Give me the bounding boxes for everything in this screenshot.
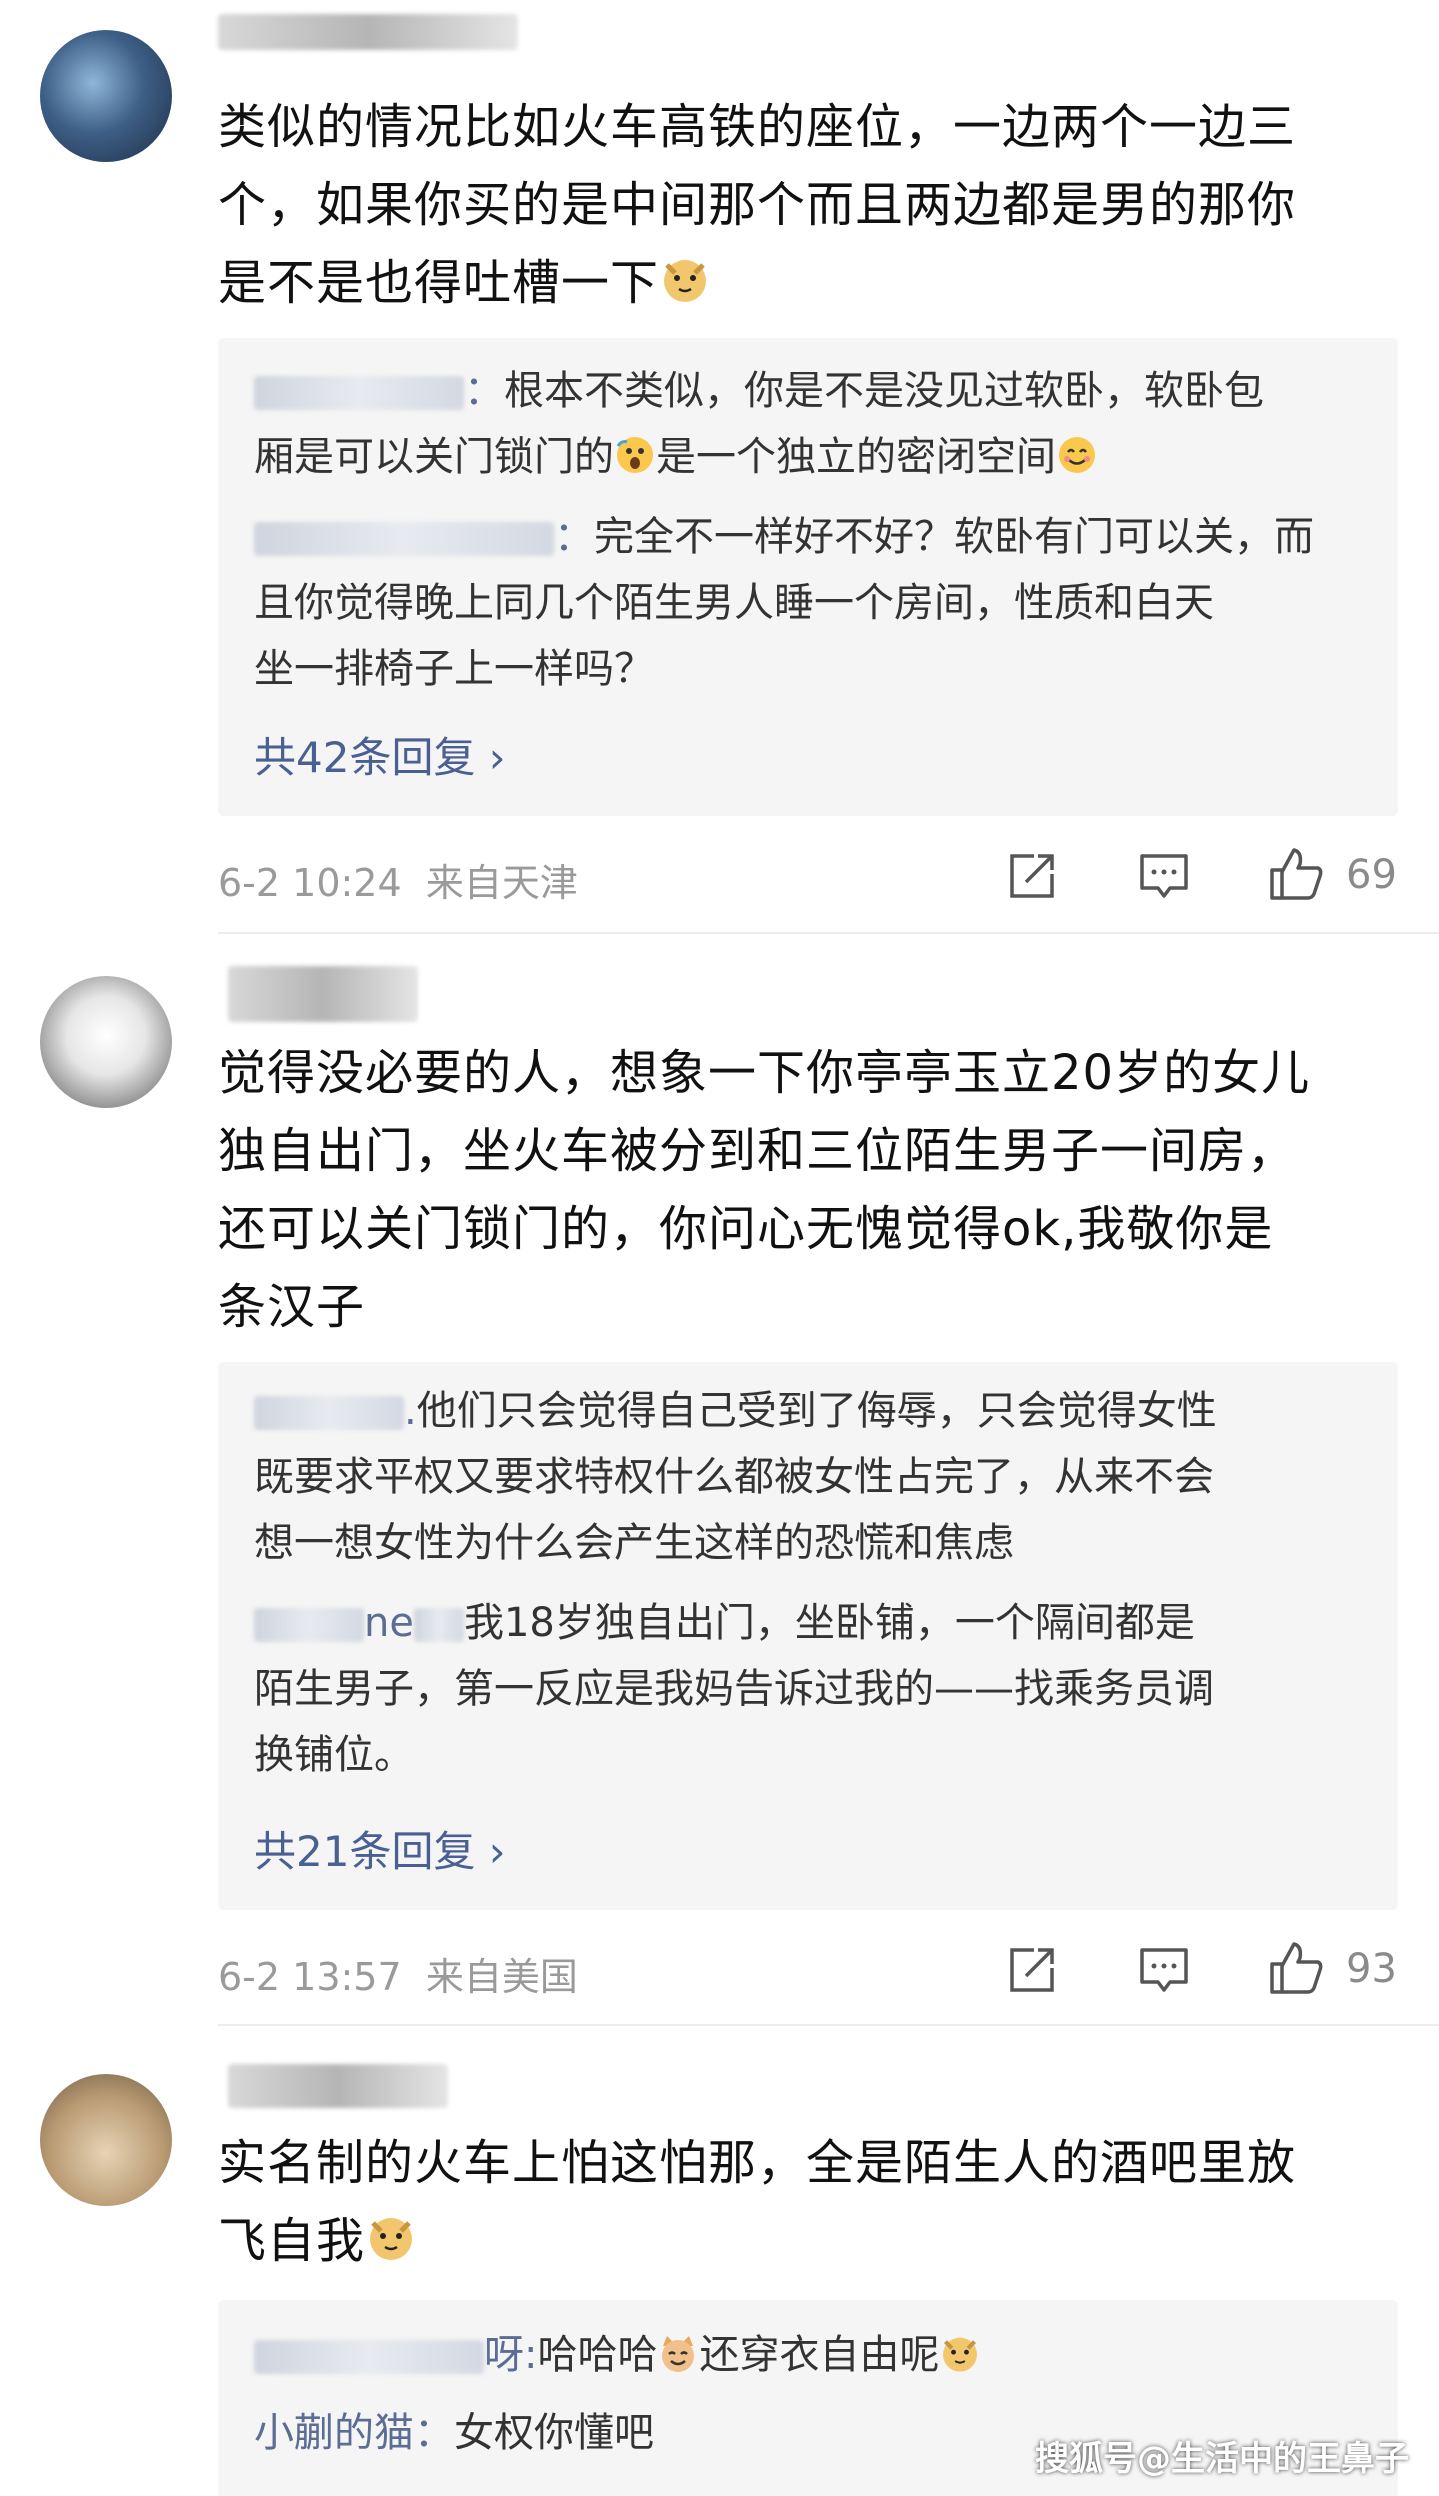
scared-emoji [614,430,656,496]
share-icon[interactable] [1004,1942,1060,1998]
like-count: 93 [1346,1946,1397,1992]
reply-username-blurred-tail [413,1608,464,1642]
share-icon[interactable] [1004,848,1060,904]
reply-username-blurred[interactable] [254,376,464,410]
reply-1-line-3: 想一想女性为什么会产生这样的恐慌和焦虑 [254,1520,1014,1566]
thumbs-up-icon[interactable] [1266,844,1323,900]
avatar[interactable] [40,30,172,162]
location: 来自天津 [425,861,578,905]
comment-icon[interactable] [1136,1942,1192,1998]
reply-2: ne 我18岁独自出门，坐卧铺，一个隔间都是 [254,1590,1364,1656]
doge-emoji [939,2328,981,2394]
reply-1: ：根本不类似，你是不是没见过软卧，软卧包 [254,358,1364,424]
comment-meta: 6-2 13:57 来自美国 [218,1946,578,2001]
username-blurred[interactable] [228,966,418,1022]
comment-meta: 6-2 10:24 来自天津 [218,852,578,907]
doge-emoji [365,2208,417,2286]
reply-1: .他们只会觉得自己受到了侮辱，只会觉得女性 [254,1378,1364,1444]
reply-username-blurred[interactable] [254,1608,364,1642]
reply-2-line-3: 坐一排椅子上一样吗？ [254,646,654,692]
reply-username[interactable]: 小蒯的猫 [254,2410,414,2456]
avatar[interactable] [40,976,172,1108]
timestamp: 6-2 13:57 [218,1955,402,1999]
reply-username-blurred[interactable] [254,1396,404,1430]
timestamp: 6-2 10:24 [218,861,402,905]
view-replies-link[interactable]: 共21条回复 › [254,1818,506,1879]
comment-text: 觉得没必要的人，想象一下你亭亭玉立20岁的女儿 独自出门，坐火车被分到和三位陌生… [218,1045,1311,1335]
reply-2-line-2: 且你觉得晚上同几个陌生男人睡一个房间，性质和白天 [254,580,1214,626]
cat-emoji [657,2328,699,2394]
like-count: 69 [1346,852,1397,898]
username-blurred[interactable] [228,2064,448,2108]
reply-1-line-2: 既要求平权又要求特权什么都被女性占完了，从来不会 [254,1454,1214,1500]
comment-text: 类似的情况比如火车高铁的座位，一边两个一边三 个，如果你买的是中间那个而且两边都… [218,88,1398,328]
reply-1-cont: 厢是可以关门锁门的 是一个独立的密闭空间 [254,424,1364,496]
avatar[interactable] [40,2074,172,2206]
reply-2: ：完全不一样好不好？软卧有门可以关，而 [254,504,1364,570]
reply-1: 呀:哈哈哈 还穿衣自由呢 [254,2322,1364,2394]
reply-2-line-2: 陌生男子，第一反应是我妈告诉过我的——找乘务员调 [254,1666,1214,1712]
reply-username-blurred[interactable] [254,2340,484,2374]
watermark: 搜狐号@生活中的王鼻子 [1035,2439,1409,2479]
view-replies-link[interactable]: 共42条回复 › [254,724,506,785]
thumbs-up-icon[interactable] [1266,1938,1323,1994]
divider [218,932,1439,934]
comment-text: 实名制的火车上怕这怕那，全是陌生人的酒吧里放 飞自我 [218,2124,1398,2286]
reply-username-blurred[interactable] [254,522,554,556]
username-blurred[interactable] [218,14,518,50]
reply-box: ：根本不类似，你是不是没见过软卧，软卧包 厢是可以关门锁门的 是一个独立的密闭空间… [218,338,1398,816]
reply-2-line-3: 换铺位。 [254,1732,414,1778]
comment-icon[interactable] [1136,848,1192,904]
location: 来自美国 [425,1955,578,1999]
divider [218,2024,1439,2026]
doge-emoji [659,250,711,328]
smile-emoji [1056,430,1098,496]
reply-box: .他们只会觉得自己受到了侮辱，只会觉得女性 既要求平权又要求特权什么都被女性占完… [218,1362,1398,1910]
